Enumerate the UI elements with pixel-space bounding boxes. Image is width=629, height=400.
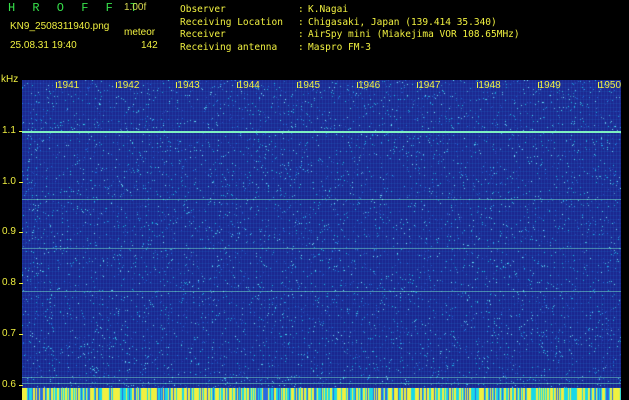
filename-label: KN9_2508311940.png [10,21,110,32]
time-tick-mark [597,82,599,88]
info-row-observer: Observer: K.Nagai [180,4,520,17]
frequency-tick-label: 1.1 [2,124,16,136]
frequency-tick-label: 0.7 [2,327,16,339]
time-tick-label: 1946 [358,80,381,91]
time-tick-mark [477,82,479,88]
frequency-unit-label: kHz [1,74,19,85]
spectrogram-noise [22,80,621,400]
info-label: Receiving antenna [180,41,278,53]
signal-line [22,383,621,385]
time-tick-mark [296,82,298,88]
time-tick-label: 1945 [297,80,321,91]
info-label: Receiver [180,29,226,40]
frequency-tick-mark [19,384,23,386]
frequency-tick-mark [19,181,23,183]
time-tick-mark [537,82,539,88]
info-separator: : [298,16,304,28]
signal-line [22,247,621,249]
spectrogram-plot [22,80,621,400]
signal-line [22,199,621,201]
frequency-tick-label: 0.8 [2,277,16,289]
frequency-tick-mark [19,232,23,234]
info-value: K.Nagai [308,4,349,15]
time-tick-label: 1942 [117,80,140,91]
time-tick-label: 1941 [57,80,80,91]
frequency-tick-label: 0.9 [2,226,16,238]
time-tick-label: 1949 [538,80,561,91]
time-tick-mark [176,82,178,88]
time-tick-label: 1944 [237,80,260,91]
station-label: meteor [124,27,156,38]
frequency-tick-mark [19,333,23,335]
time-tick-mark [236,82,238,88]
count-label: 142 [141,40,158,51]
frequency-tick-label: 0.6 [2,378,16,390]
app-title: H R O F F T [8,1,143,15]
info-separator: : [298,41,304,53]
info-value: AirSpy mini (Miakejima VOR 108.65MHz) [308,29,520,40]
version-label: 1.00f [124,2,147,13]
time-tick-mark [56,82,57,88]
time-tick-label: 1948 [478,80,501,91]
time-tick-label: 1947 [418,80,441,91]
info-row-receiver: Receiver: AirSpy mini (Miakejima VOR 108.… [180,29,520,42]
frequency-tick-mark [19,283,23,285]
info-value: Chigasaki, Japan (139.414 35.340) [308,16,497,28]
bottom-signal-band [22,388,621,400]
datetime-label: 25.08.31 19:40 [10,40,77,51]
time-tick-label: 1950 [598,80,622,91]
time-tick-mark [417,82,419,88]
time-tick-mark [116,82,118,88]
hrofft-window: H R O F F T 1.00f KN9_2508311940.png met… [0,0,629,400]
info-row-location: Receiving Location: Chigasaki, Japan (139… [180,17,520,30]
info-separator: : [298,29,304,40]
info-value: Maspro FM-3 [308,41,371,53]
signal-line [22,130,621,133]
signal-line [22,290,621,292]
time-tick-label: 1943 [177,80,200,91]
info-label: Receiving Location [180,16,283,28]
info-separator: : [298,4,304,15]
time-tick-mark [357,82,358,88]
observation-info: Observer: K.Nagai Receiving Location: Chig… [180,4,520,54]
signal-line [22,377,621,379]
info-label: Observer [180,4,226,15]
frequency-tick-label: 1.0 [2,175,16,187]
info-row-antenna: Receiving antenna: Maspro FM-3 [180,42,520,55]
